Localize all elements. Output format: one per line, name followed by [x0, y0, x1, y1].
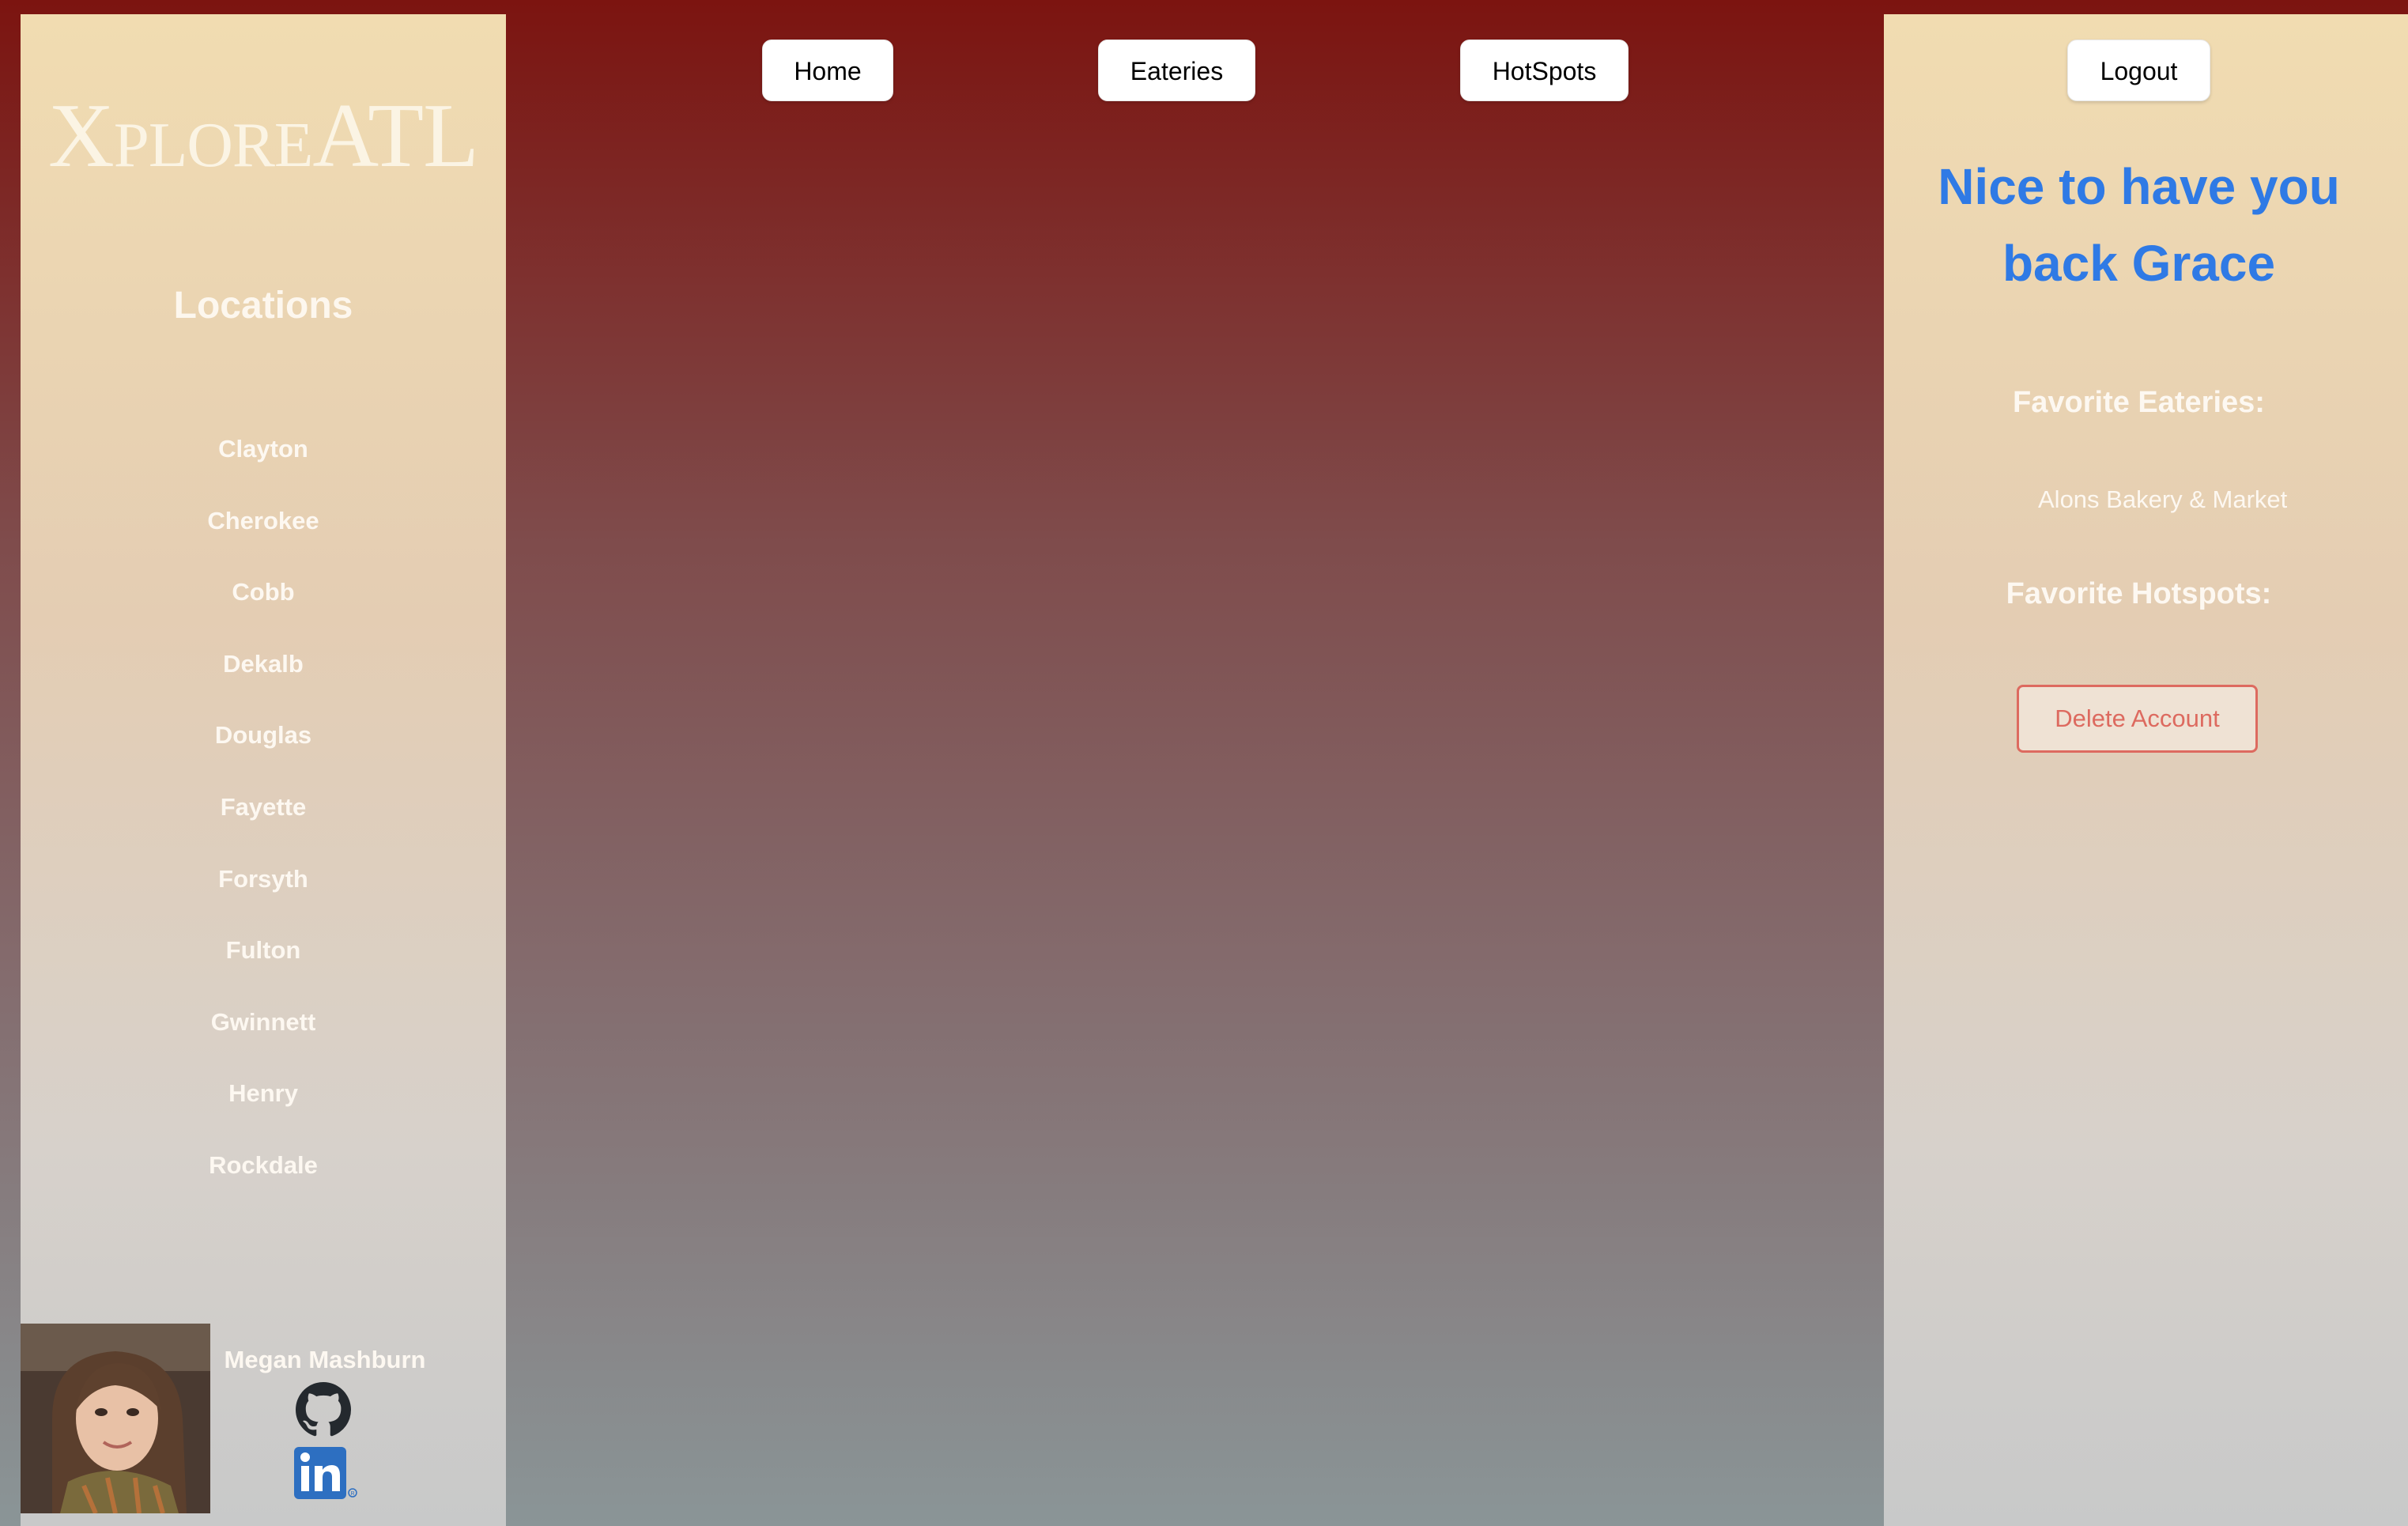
linkedin-icon[interactable]: R	[289, 1445, 360, 1501]
developer-card: Megan Mashburn R	[21, 1324, 506, 1513]
location-link-douglas[interactable]: Douglas	[21, 708, 506, 780]
welcome-message: Nice to have you back Grace	[1938, 158, 2340, 292]
location-link-cobb[interactable]: Cobb	[21, 565, 506, 636]
location-link-henry[interactable]: Henry	[21, 1066, 506, 1138]
location-link-forsyth[interactable]: Forsyth	[21, 852, 506, 924]
svg-text:R: R	[351, 1491, 355, 1497]
location-link-rockdale[interactable]: Rockdale	[21, 1138, 506, 1210]
left-sidebar: XploreATL Locations Clayton Cherokee Cob…	[21, 14, 506, 1526]
developer-avatar	[21, 1324, 210, 1513]
location-link-fulton[interactable]: Fulton	[21, 923, 506, 995]
location-link-dekalb[interactable]: Dekalb	[21, 636, 506, 708]
avatar-portrait	[21, 1324, 210, 1513]
favorite-hotspots-heading: Favorite Hotspots:	[2006, 577, 2272, 610]
nav-eateries-button[interactable]: Eateries	[1098, 40, 1255, 101]
location-link-cherokee[interactable]: Cherokee	[21, 493, 506, 565]
locations-heading: Locations	[173, 285, 353, 327]
account-panel: Logout Nice to have you back Grace Favor…	[1884, 14, 2408, 1526]
nav-hotspots-button[interactable]: HotSpots	[1460, 40, 1629, 101]
logout-button[interactable]: Logout	[2067, 40, 2210, 101]
location-link-clayton[interactable]: Clayton	[21, 421, 506, 493]
nav-home-button[interactable]: Home	[762, 40, 893, 101]
favorite-eateries-heading: Favorite Eateries:	[2013, 386, 2265, 419]
location-link-gwinnett[interactable]: Gwinnett	[21, 995, 506, 1067]
brand-logo[interactable]: XploreATL	[21, 90, 506, 182]
developer-name: Megan Mashburn	[224, 1346, 426, 1373]
favorite-eatery-item[interactable]: Alons Bakery & Market	[2038, 485, 2307, 514]
github-icon[interactable]	[296, 1382, 351, 1437]
delete-account-button[interactable]: Delete Account	[2017, 685, 2258, 753]
locations-list: Clayton Cherokee Cobb Dekalb Douglas Fay…	[21, 421, 506, 1210]
location-link-fayette[interactable]: Fayette	[21, 780, 506, 852]
